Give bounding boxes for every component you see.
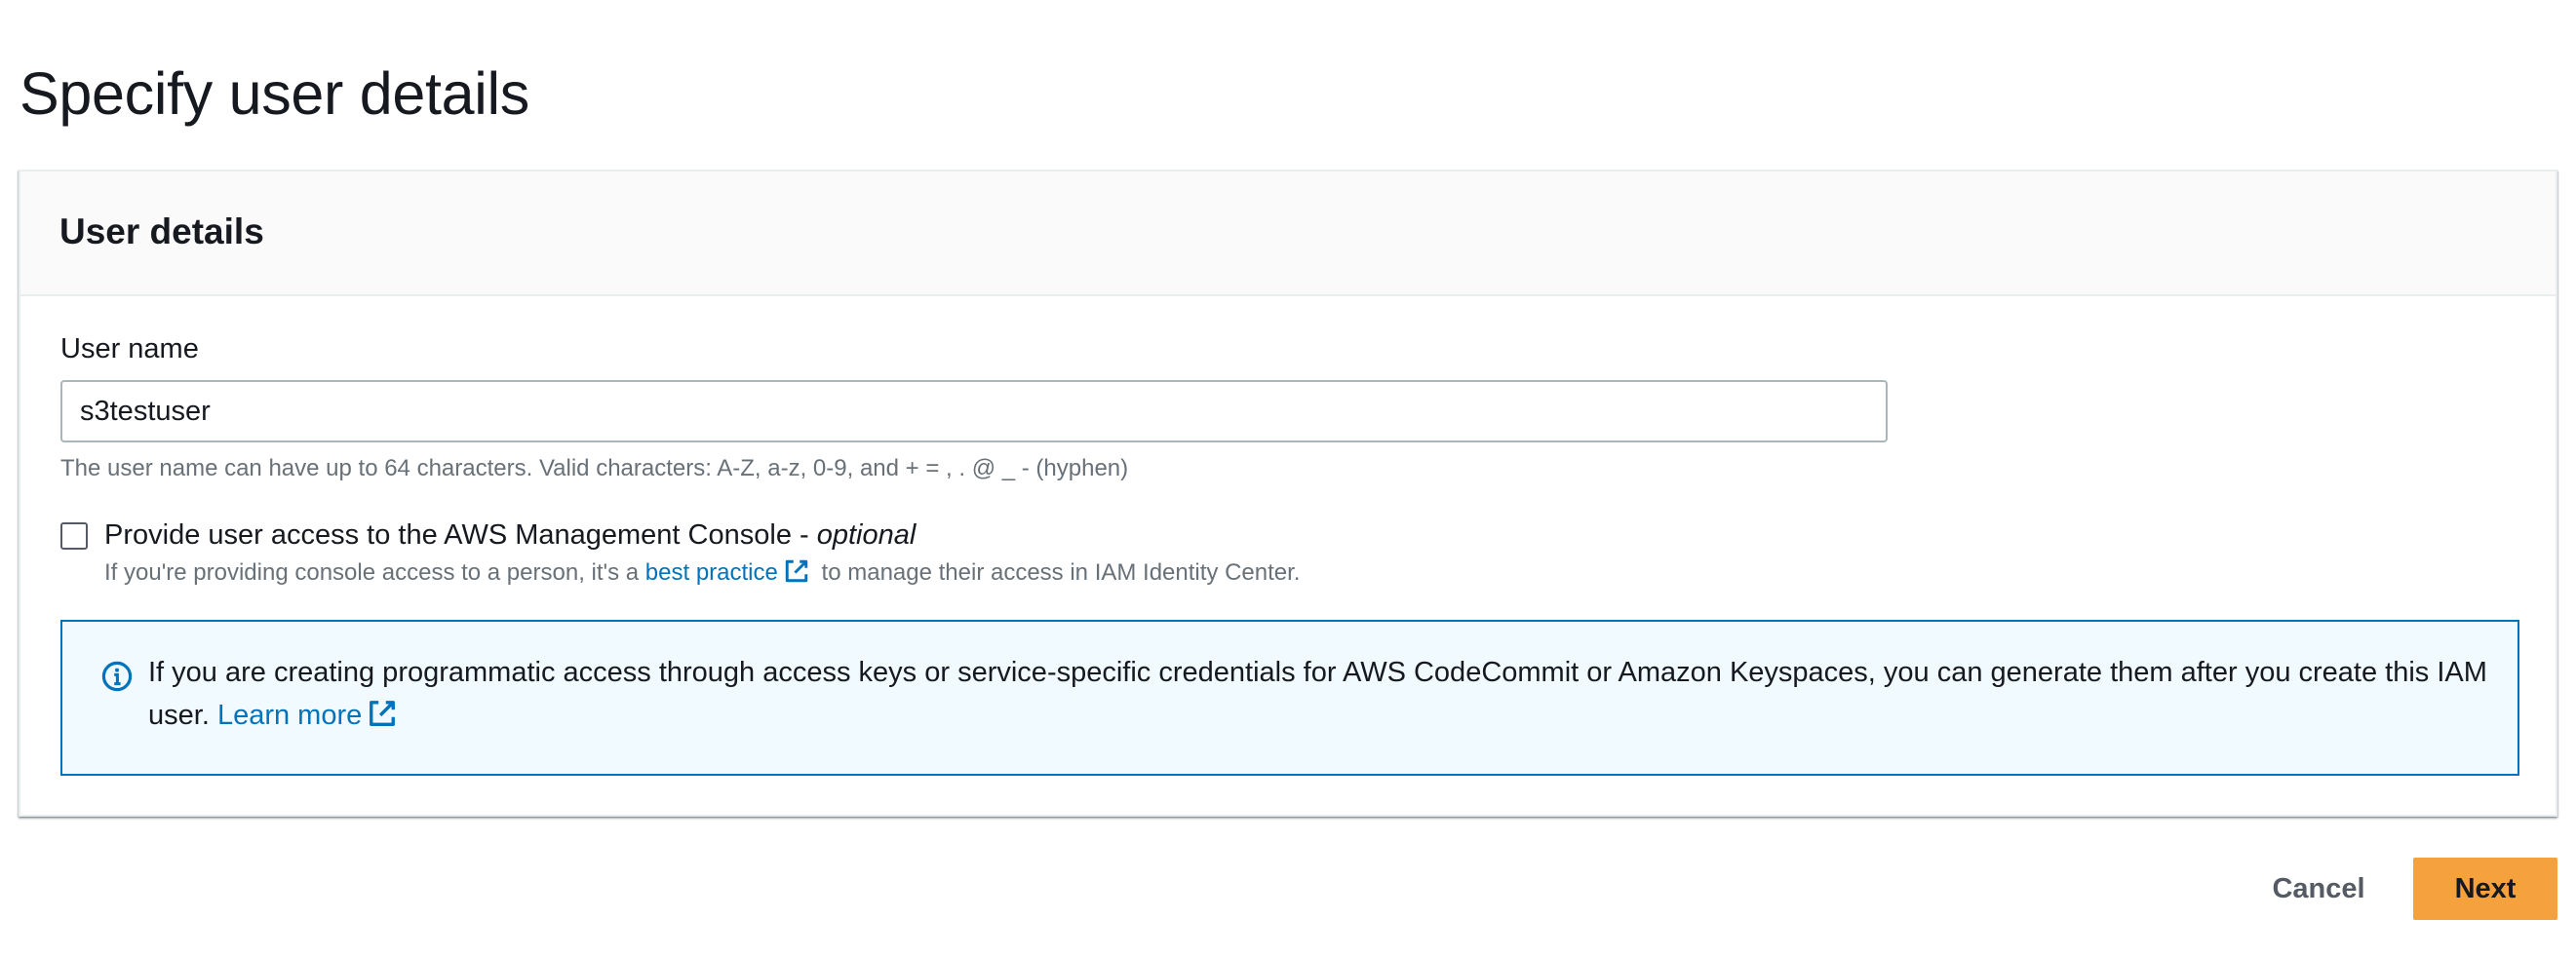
console-access-checkbox[interactable] (60, 522, 88, 550)
external-link-icon (370, 701, 396, 726)
username-input[interactable] (60, 380, 1888, 442)
console-access-label-text: Provide user access to the AWS Managemen… (104, 519, 817, 551)
username-label: User name (60, 333, 199, 364)
username-hint: The user name can have up to 64 characte… (60, 455, 1129, 481)
info-circle-icon (101, 661, 133, 692)
info-alert-text: If you are creating programmatic access … (148, 651, 2488, 737)
console-access-desc-before: If you're providing console access to a … (104, 559, 645, 586)
page-title: Specify user details (20, 60, 529, 127)
section-title: User details (59, 211, 264, 251)
cancel-button[interactable]: Cancel (2241, 858, 2397, 920)
info-alert-message: If you are creating programmatic access … (148, 657, 2487, 731)
container-header: User details (20, 172, 2556, 296)
console-access-description: If you're providing console access to a … (104, 556, 1300, 590)
learn-more-link[interactable]: Learn more (217, 700, 403, 731)
next-button[interactable]: Next (2413, 858, 2557, 920)
learn-more-link-text: Learn more (216, 700, 363, 731)
console-access-label[interactable]: Provide user access to the AWS Managemen… (104, 516, 916, 555)
info-alert: If you are creating programmatic access … (60, 620, 2519, 776)
best-practice-link[interactable]: best practice (645, 559, 815, 586)
external-link-icon (785, 559, 808, 583)
optional-tag: optional (816, 519, 917, 551)
user-details-container: User details User name The user name can… (19, 170, 2557, 817)
best-practice-link-text: best practice (644, 559, 778, 586)
console-access-desc-after: to manage their access in IAM Identity C… (814, 559, 1301, 586)
